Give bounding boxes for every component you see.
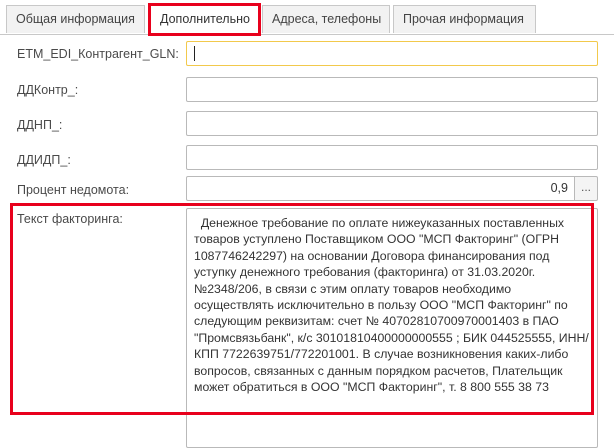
gln-input[interactable] [186,41,598,66]
ddnp-label: ДДНП_: [17,118,63,132]
ddidp-input[interactable] [186,145,598,170]
tab-other-info[interactable]: Прочая информация [393,5,536,33]
text-caret [194,46,195,61]
tab-additional[interactable]: Дополнительно [150,5,259,35]
tab-bar: Общая информация Дополнительно Адреса, т… [0,0,614,35]
gln-label: ETM_EDI_Контрагент_GLN: [17,47,179,61]
percent-select-button[interactable]: ... [575,176,598,201]
ddidp-label: ДДИДП_: [17,153,71,167]
tab-general-info[interactable]: Общая информация [6,5,145,33]
ddkontr-input[interactable] [186,77,598,102]
ddnp-input[interactable] [186,111,598,136]
percent-label: Процент недомота: [17,183,130,197]
ddkontr-label: ДДКонтр_: [17,83,79,97]
factoring-label: Текст факторинга: [17,212,123,226]
percent-input[interactable]: 0,9 [186,176,575,201]
factoring-textarea[interactable]: Денежное требование по оплате нижеуказан… [186,208,598,448]
tab-addresses-phones[interactable]: Адреса, телефоны [262,5,390,33]
